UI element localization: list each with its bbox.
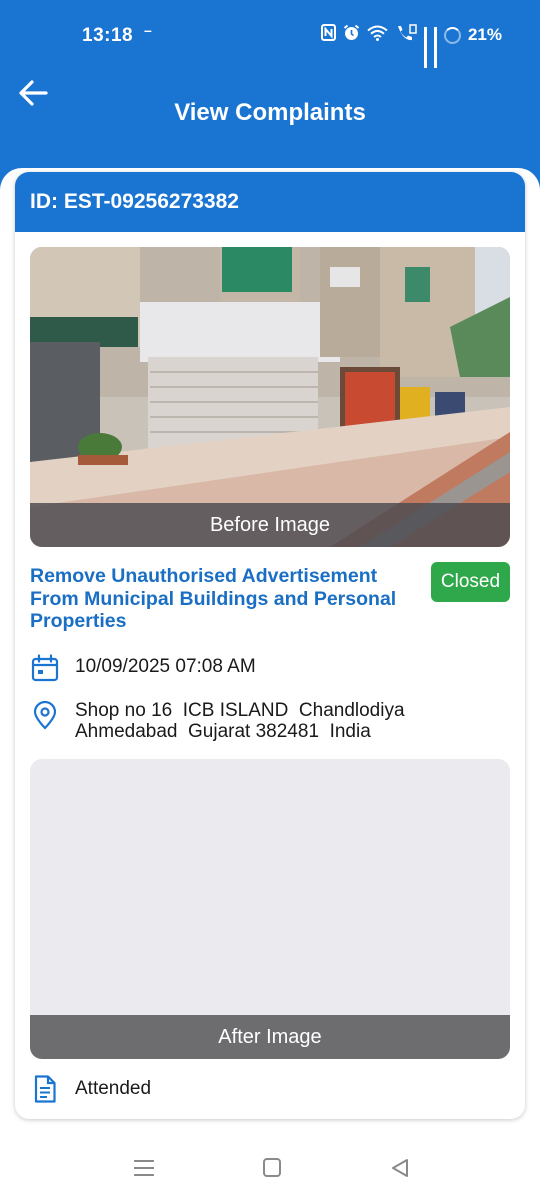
app-header: View Complaints [0,72,540,152]
complaint-date-row: 10/09/2025 07:08 AM [30,653,256,683]
status-badge: Closed [431,562,510,602]
document-icon [34,1075,56,1103]
status-bar: 13:18 – 21% [0,0,540,72]
complaint-datetime: 10/09/2025 07:08 AM [75,656,256,677]
complaint-address: Shop no 16 ICB ISLAND Chandlodiya Ahmeda… [75,700,405,742]
before-image[interactable]: Before Image [30,247,510,547]
after-image[interactable]: After Image [30,759,510,1059]
home-button[interactable] [257,1154,287,1182]
battery-ring-icon [443,26,461,44]
after-image-label: After Image [30,1015,510,1059]
complaint-id: ID: EST-09256273382 [15,172,525,232]
before-image-label: Before Image [30,503,510,547]
calendar-icon [31,654,59,682]
system-back-button[interactable] [385,1154,415,1182]
network-speed-indicator: – [144,22,152,38]
signal-icon [423,27,427,68]
alarm-icon [343,24,360,46]
home-icon [263,1158,281,1177]
battery-percentage: 21% [467,25,502,44]
wifi-icon [367,24,388,46]
status-icons: 21% [320,24,502,68]
recent-apps-button[interactable] [129,1154,159,1182]
location-pin-icon [33,700,57,730]
back-icon [392,1159,408,1177]
complaint-progress-status: Attended [75,1078,152,1099]
menu-icon [134,1160,154,1176]
volte-call-icon [395,24,417,46]
page-title: View Complaints [174,99,366,126]
complaint-title: Remove Unauthorised Advertisement From M… [30,565,397,632]
complaint-address-row: Shop no 16 ICB ISLAND Chandlodiya Ahmeda… [30,700,475,742]
status-time: 13:18 [82,25,134,46]
signal-icon [433,27,437,68]
before-photo [30,247,510,547]
complaint-progress-row: Attended [30,1074,151,1104]
system-nav-bar [0,1140,540,1200]
nfc-icon [320,24,336,46]
complaint-card: ID: EST-09256273382 Before Image Remove … [15,172,525,1119]
